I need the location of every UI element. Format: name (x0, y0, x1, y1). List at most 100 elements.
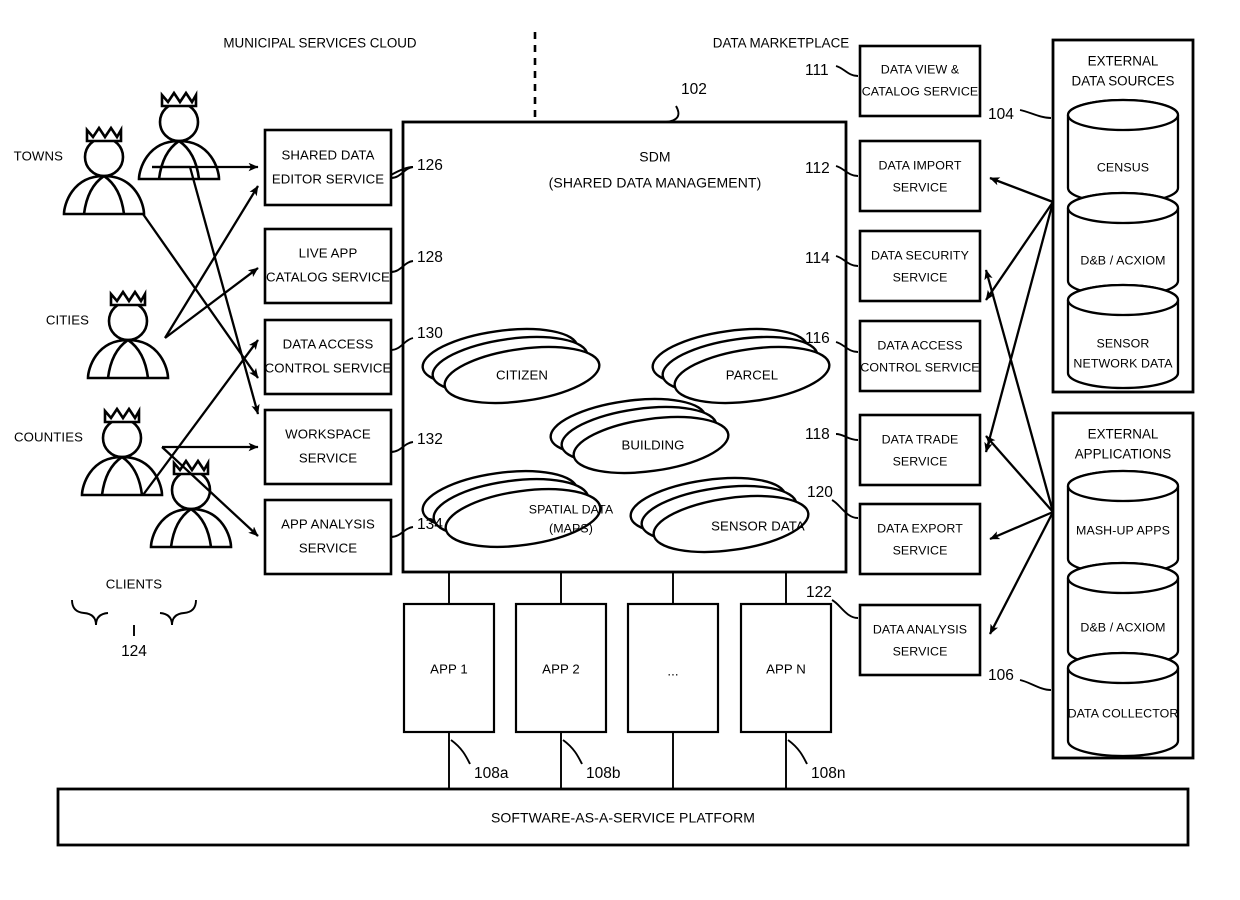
right-service-data-view-catalog[interactable]: DATA VIEW & CATALOG SERVICE (858, 44, 982, 118)
arrow-apps-to-analysis (988, 511, 1055, 635)
ref-116: 116 (805, 330, 830, 347)
right-service-label-1: DATA ANALYSIS (873, 622, 967, 636)
ref-leader-122 (831, 599, 859, 619)
right-service-data-analysis[interactable]: DATA ANALYSIS SERVICE (858, 603, 982, 677)
client-icon-cities (86, 289, 170, 380)
ref-120: 120 (807, 484, 833, 501)
left-service-label-2: CONTROL SERVICE (265, 360, 392, 375)
sdm-entity-label: BUILDING (621, 437, 684, 452)
sdm-entity-label: SPATIAL DATA (529, 502, 614, 516)
ref-134: 134 (417, 516, 443, 533)
right-service-data-security[interactable]: DATA SECURITY SERVICE (858, 229, 982, 303)
saas-platform-label: SOFTWARE-AS-A-SERVICE PLATFORM (491, 810, 755, 826)
app-box-2[interactable]: APP 2 (514, 602, 608, 734)
clients-brace-left (71, 599, 109, 626)
left-service-label-2: EDITOR SERVICE (272, 171, 384, 186)
ref-108n: 108n (811, 765, 845, 782)
right-service-data-trade[interactable]: DATA TRADE SERVICE (858, 413, 982, 487)
left-service-label-1: DATA ACCESS (283, 336, 374, 351)
sdm-entity-citizen: CITIZEN (421, 327, 601, 405)
arrow-towns-to-accesscontrol (142, 213, 259, 379)
arrow-apps-to-export (989, 510, 1054, 541)
app-label: ... (667, 663, 678, 678)
right-service-label-1: DATA EXPORT (877, 521, 963, 535)
data-source-label: CENSUS (1097, 160, 1149, 174)
application-label: D&B / ACXIOM (1080, 620, 1165, 634)
clients-brace-right (159, 599, 197, 626)
client-tier-label-cities: CITIES (46, 312, 89, 327)
right-service-label-2: CATALOG SERVICE (862, 84, 979, 98)
right-service-label-1: DATA TRADE (882, 432, 959, 446)
right-service-label-2: SERVICE (893, 644, 948, 658)
left-service-shared-data-editor[interactable]: SHARED DATA EDITOR SERVICE (263, 128, 393, 207)
left-service-label-1: LIVE APP (299, 245, 358, 260)
data-source-cylinder-sensor-network: SENSOR NETWORK DATA (1066, 283, 1180, 390)
client-icon-counties-a (80, 406, 164, 497)
data-source-label-2: NETWORK DATA (1073, 356, 1173, 370)
app-box-n[interactable]: APP N (739, 602, 833, 734)
app-label: APP 2 (542, 661, 580, 676)
sdm-ref: 102 (681, 81, 707, 98)
sdm-ref-leader (665, 105, 680, 123)
ref-130: 130 (417, 325, 443, 342)
client-tier-label-towns: TOWNS (14, 148, 63, 163)
ref-104: 104 (988, 106, 1014, 123)
ref-leader-106 (1019, 679, 1052, 691)
application-cylinder-data-collector: DATA COLLECTOR (1066, 651, 1180, 758)
left-service-label-2: CATALOG SERVICE (266, 269, 390, 284)
right-service-label-2: SERVICE (893, 180, 948, 194)
ref-118: 118 (805, 426, 830, 443)
data-source-label: D&B / ACXIOM (1080, 253, 1165, 267)
ref-108a: 108a (474, 765, 509, 782)
application-label: MASH-UP APPS (1076, 523, 1170, 537)
sdm-entity-label-2: (MAPS) (549, 521, 593, 535)
right-service-label-1: DATA VIEW & (881, 62, 960, 76)
right-service-label-2: SERVICE (893, 270, 948, 284)
app-box-ellipsis: ... (626, 602, 720, 734)
left-service-data-access-control[interactable]: DATA ACCESS CONTROL SERVICE (263, 318, 393, 396)
right-service-label-2: SERVICE (893, 454, 948, 468)
data-source-cylinder-dnb-acxiom: D&B / ACXIOM (1066, 191, 1180, 298)
ref-leader-108n (787, 739, 808, 765)
arrow-sources-to-access-control (985, 201, 1054, 301)
right-service-data-import[interactable]: DATA IMPORT SERVICE (858, 139, 982, 213)
ref-132: 132 (417, 431, 443, 448)
right-service-data-export[interactable]: DATA EXPORT SERVICE (858, 502, 982, 576)
sdm-title: SDM (639, 149, 670, 165)
ref-122: 122 (806, 584, 832, 601)
arrow-client-to-editor-2 (164, 185, 259, 339)
application-label: DATA COLLECTOR (1068, 706, 1179, 720)
app-label: APP 1 (430, 661, 468, 676)
ref-leader-104 (1019, 109, 1052, 119)
sdm-entity-label: SENSOR DATA (711, 518, 805, 533)
right-service-label-2: SERVICE (893, 543, 948, 557)
left-service-workspace[interactable]: WORKSPACE SERVICE (263, 408, 393, 486)
app-label: APP N (766, 661, 806, 676)
ref-leader-108b (562, 739, 583, 765)
left-service-live-app-catalog[interactable]: LIVE APP CATALOG SERVICE (263, 227, 393, 305)
sdm-entity-sensor-data: SENSOR DATA (629, 476, 810, 554)
application-cylinder-dnb-acxiom: D&B / ACXIOM (1066, 561, 1180, 668)
left-service-label-1: SHARED DATA (282, 147, 375, 162)
ref-leader-111 (835, 65, 859, 77)
left-service-label-2: SERVICE (299, 450, 357, 465)
ref-leader-108a (450, 739, 471, 765)
right-service-label-1: DATA IMPORT (878, 158, 961, 172)
sdm-subtitle: (SHARED DATA MANAGEMENT) (549, 175, 762, 191)
sdm-entity-building: BUILDING (549, 397, 730, 475)
left-service-app-analysis[interactable]: APP ANALYSIS SERVICE (263, 498, 393, 576)
patent-figure: MUNICIPAL SERVICES CLOUD DATA MARKETPLAC… (0, 0, 1240, 900)
app-box-1[interactable]: APP 1 (402, 602, 496, 734)
ref-106: 106 (988, 667, 1014, 684)
ref-126: 126 (417, 157, 443, 174)
sdm-entity-label: CITIZEN (496, 367, 548, 382)
ref-114: 114 (805, 250, 830, 267)
left-service-label-1: APP ANALYSIS (281, 516, 375, 531)
application-cylinder-mashup-apps: MASH-UP APPS (1066, 469, 1180, 576)
diagram-canvas: MUNICIPAL SERVICES CLOUD DATA MARKETPLAC… (14, 32, 1195, 847)
right-service-data-access-control[interactable]: DATA ACCESS CONTROL SERVICE (858, 319, 982, 393)
left-service-label-2: SERVICE (299, 540, 357, 555)
arrow-cities-to-catalog (164, 267, 259, 339)
clients-group-label: CLIENTS (106, 576, 162, 591)
right-service-label-1: DATA SECURITY (871, 248, 969, 262)
